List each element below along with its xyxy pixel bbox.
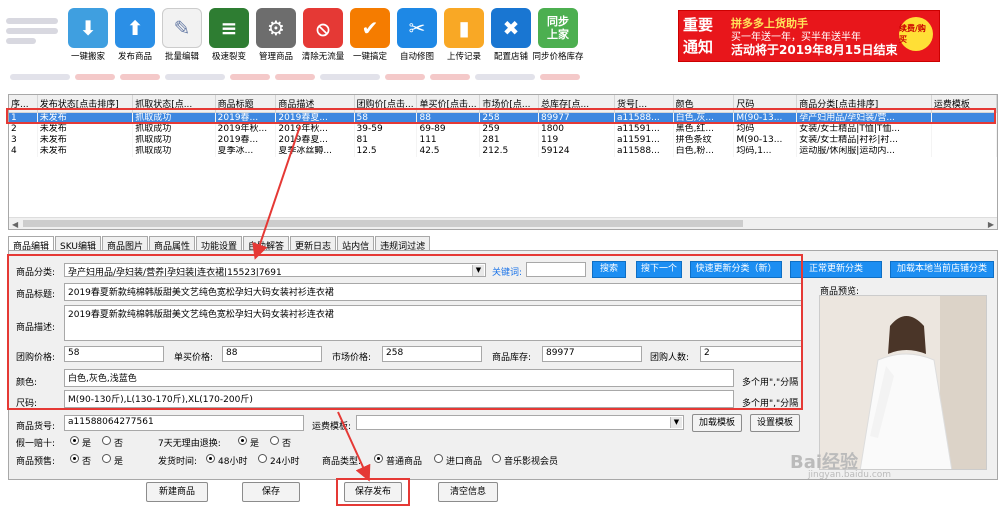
annotation-arrows [252, 125, 371, 482]
